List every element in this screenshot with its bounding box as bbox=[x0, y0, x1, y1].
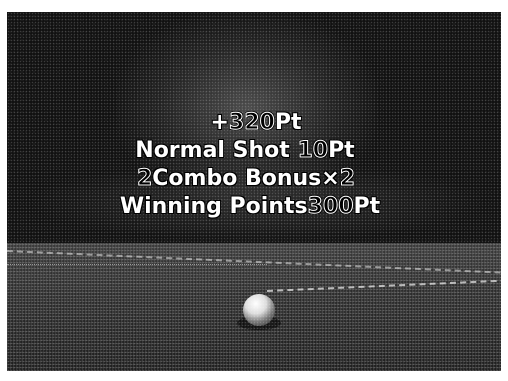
total-prefix: + bbox=[210, 110, 229, 135]
winning-unit: Pt bbox=[353, 194, 381, 219]
combo-label: Combo Bonus bbox=[152, 166, 322, 191]
total-points-line: +320Pt bbox=[11, 110, 501, 135]
combo-multiplier-value: 2 bbox=[339, 166, 356, 191]
normal-shot-unit: Pt bbox=[328, 138, 355, 163]
combo-count: 2 bbox=[136, 166, 153, 191]
combo-multiplier-sign: × bbox=[321, 166, 340, 191]
game-screen: +320Pt Normal Shot 10Pt 2Combo Bonus×2 W… bbox=[7, 12, 501, 371]
total-unit: Pt bbox=[274, 110, 302, 135]
score-breakdown: +320Pt Normal Shot 10Pt 2Combo Bonus×2 W… bbox=[7, 110, 501, 219]
winning-points-line: Winning Points300Pt bbox=[7, 194, 501, 219]
normal-shot-label: Normal Shot bbox=[135, 138, 290, 163]
total-value: 320 bbox=[228, 110, 275, 135]
combo-bonus-line: 2Combo Bonus×2 bbox=[7, 166, 501, 191]
normal-shot-value: 10 bbox=[297, 138, 329, 163]
cue-ball bbox=[243, 294, 275, 326]
winning-value: 300 bbox=[307, 194, 354, 219]
normal-shot-line: Normal Shot 10Pt bbox=[7, 138, 501, 163]
table-rail-line bbox=[7, 264, 267, 265]
winning-label: Winning Points bbox=[119, 194, 308, 219]
